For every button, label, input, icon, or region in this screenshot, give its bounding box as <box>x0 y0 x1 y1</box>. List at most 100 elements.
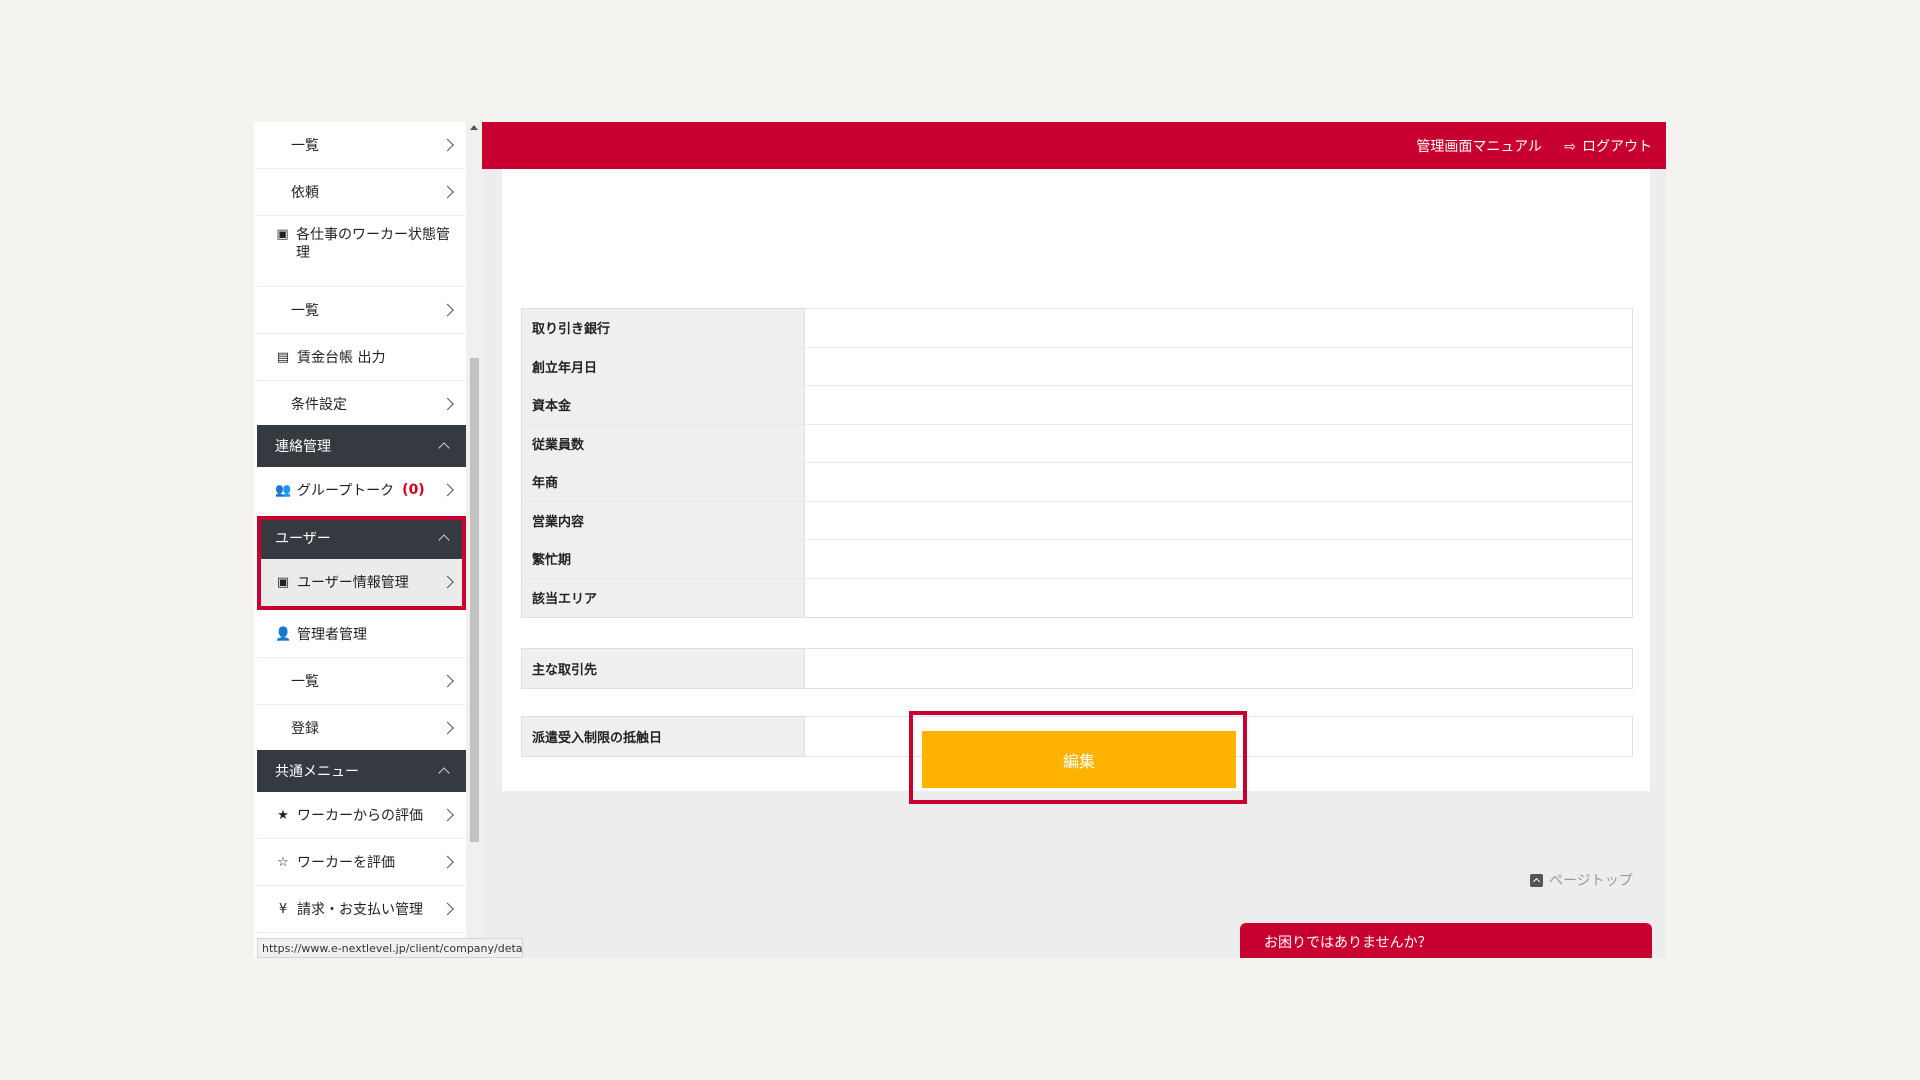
chevron-right-icon <box>441 397 454 411</box>
row-label: 年商 <box>522 463 804 501</box>
company-detail-panel: 取り引き銀行 創立年月日 資本金 従業員数 年商 営業内容 繁忙期 該当エリア … <box>502 169 1650 804</box>
browser-frame: 一覧 依頼 ▣ 各仕事のワーカー状態管理 一覧 ▤ 賃金台帳 出力 条件設定 連… <box>254 122 1666 958</box>
sidebar-item-rating-from-worker[interactable]: ★ ワーカーからの評価 <box>257 792 466 839</box>
row-value <box>804 501 1632 539</box>
table-row: 年商 <box>522 463 1632 502</box>
sidebar-item-group-talk[interactable]: 👥 グループトーク (0) <box>257 467 466 514</box>
sidebar-item-label: 一覧 <box>291 138 319 154</box>
chevron-up-icon <box>438 442 450 454</box>
sidebar-header-label: ユーザー <box>275 531 331 547</box>
row-label: 派遣受入制限の抵触日 <box>522 717 804 756</box>
sidebar: 一覧 依頼 ▣ 各仕事のワーカー状態管理 一覧 ▤ 賃金台帳 出力 条件設定 連… <box>254 122 466 958</box>
chevron-right-icon <box>441 855 454 869</box>
row-label: 該当エリア <box>522 578 804 617</box>
sidebar-item-label: ワーカーを評価 <box>297 855 395 871</box>
table-row: 主な取引先 <box>522 649 1632 688</box>
arrow-up-icon <box>1530 873 1543 887</box>
row-value <box>804 424 1632 462</box>
row-value <box>804 463 1632 501</box>
sidebar-item-rate-worker[interactable]: ☆ ワーカーを評価 <box>257 839 466 886</box>
logout-link[interactable]: ⇨ ログアウト <box>1564 136 1652 156</box>
row-label: 営業内容 <box>522 501 804 539</box>
sidebar-item-admin-register[interactable]: 登録 <box>257 705 466 752</box>
top-bar: 管理画面マニュアル ⇨ ログアウト <box>482 122 1666 169</box>
table-row: 繁忙期 <box>522 540 1632 579</box>
clients-table: 主な取引先 <box>521 648 1633 689</box>
sidebar-item-admin[interactable]: 👤 管理者管理 <box>257 611 466 658</box>
row-value <box>804 649 1632 688</box>
row-label: 繁忙期 <box>522 540 804 578</box>
row-value <box>804 386 1632 424</box>
chevron-right-icon <box>441 575 454 589</box>
company-info-table: 取り引き銀行 創立年月日 資本金 従業員数 年商 営業内容 繁忙期 該当エリア <box>521 308 1633 618</box>
sidebar-header-label: 共通メニュー <box>275 764 359 780</box>
star-filled-icon: ★ <box>277 807 289 823</box>
sidebar-item-label: グループトーク <box>297 483 395 499</box>
chevron-right-icon <box>441 808 454 822</box>
sidebar-item-worker-status-list[interactable]: 一覧 <box>257 287 466 334</box>
row-label: 取り引き銀行 <box>522 309 804 347</box>
sidebar-item-billing[interactable]: ¥ 請求・お支払い管理 <box>257 886 466 933</box>
row-value <box>804 309 1632 347</box>
star-outline-icon: ☆ <box>277 854 289 870</box>
table-row: 資本金 <box>522 386 1632 425</box>
logout-icon: ⇨ <box>1564 139 1576 155</box>
row-label: 従業員数 <box>522 424 804 462</box>
chevron-right-icon <box>441 303 454 317</box>
chevron-up-icon <box>438 767 450 779</box>
sidebar-header-user[interactable]: ユーザー <box>257 517 466 559</box>
group-talk-count: (0) <box>402 482 425 498</box>
sidebar-item-worker-status[interactable]: ▣ 各仕事のワーカー状態管理 <box>257 216 466 287</box>
table-row: 取り引き銀行 <box>522 309 1632 348</box>
file-icon: ▤ <box>276 349 290 365</box>
main-content: 管理画面マニュアル ⇨ ログアウト 取り引き銀行 創立年月日 資本金 従業員数 年… <box>482 122 1666 958</box>
sidebar-item-label: 管理者管理 <box>297 627 367 643</box>
sidebar-item-label: 依頼 <box>291 185 319 201</box>
status-bar-url: https://www.e-nextlevel.jp/client/compan… <box>257 938 523 958</box>
id-card-icon: ▣ <box>276 574 290 590</box>
sidebar-item-user-info[interactable]: ▣ ユーザー情報管理 <box>257 559 466 606</box>
sidebar-item-label: 条件設定 <box>291 397 347 413</box>
manual-link[interactable]: 管理画面マニュアル <box>1416 136 1542 156</box>
row-value <box>804 540 1632 578</box>
table-row: 従業員数 <box>522 424 1632 463</box>
logout-label: ログアウト <box>1582 139 1652 155</box>
sidebar-item-admin-list[interactable]: 一覧 <box>257 658 466 705</box>
sidebar-item-list[interactable]: 一覧 <box>257 122 466 169</box>
page-top-label: ページトップ <box>1549 873 1633 889</box>
sidebar-item-label: 請求・お支払い管理 <box>297 902 423 918</box>
scroll-thumb[interactable] <box>470 358 479 842</box>
sidebar-item-request[interactable]: 依頼 <box>257 169 466 216</box>
row-label: 資本金 <box>522 386 804 424</box>
chevron-right-icon <box>441 674 454 688</box>
edit-button[interactable]: 編集 <box>922 731 1236 788</box>
user-icon: 👤 <box>275 626 292 642</box>
row-label: 創立年月日 <box>522 347 804 385</box>
sidebar-item-wage-ledger[interactable]: ▤ 賃金台帳 出力 <box>257 334 466 381</box>
sidebar-item-label: ワーカーからの評価 <box>297 808 423 824</box>
chevron-right-icon <box>441 483 454 497</box>
sidebar-item-label: 賃金台帳 出力 <box>297 350 386 366</box>
sidebar-header-label: 連絡管理 <box>275 439 331 455</box>
sidebar-header-contact[interactable]: 連絡管理 <box>257 425 466 467</box>
help-tab[interactable]: お困りではありませんか？ <box>1240 923 1652 958</box>
users-icon: 👥 <box>275 482 292 498</box>
page-top-link[interactable]: ページトップ <box>1530 870 1633 890</box>
sidebar-item-conditions[interactable]: 条件設定 <box>257 381 466 428</box>
scroll-up-icon[interactable] <box>470 125 478 130</box>
table-row: 創立年月日 <box>522 347 1632 386</box>
sidebar-header-common[interactable]: 共通メニュー <box>257 750 466 792</box>
id-card-icon: ▣ <box>276 227 289 242</box>
table-row: 該当エリア <box>522 578 1632 617</box>
sidebar-scrollbar[interactable] <box>466 122 482 958</box>
sidebar-item-label: ユーザー情報管理 <box>297 575 409 591</box>
sidebar-item-label: 一覧 <box>291 674 319 690</box>
table-row: 営業内容 <box>522 501 1632 540</box>
row-value <box>804 578 1632 617</box>
sidebar-item-label: 一覧 <box>291 303 319 319</box>
chevron-up-icon <box>438 534 450 546</box>
row-label: 主な取引先 <box>522 649 804 688</box>
row-value <box>804 347 1632 385</box>
chevron-right-icon <box>441 721 454 735</box>
sidebar-item-label: 各仕事のワーカー状態管理 <box>296 227 451 261</box>
